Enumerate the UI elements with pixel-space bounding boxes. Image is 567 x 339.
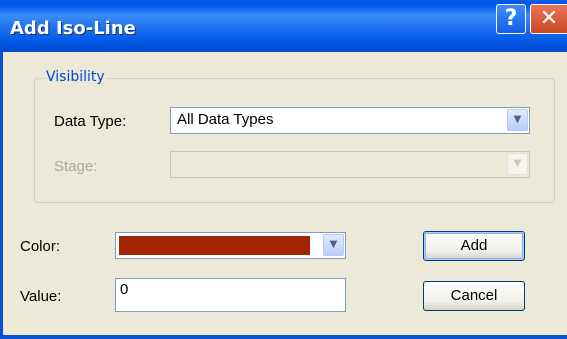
data-type-dropdown[interactable]: All Data Types ▼: [170, 107, 530, 134]
cancel-button[interactable]: Cancel: [423, 281, 525, 311]
stage-label: Stage:: [54, 158, 98, 175]
data-type-label: Data Type:: [54, 113, 127, 130]
chevron-down-icon[interactable]: ▼: [323, 234, 344, 256]
value-input[interactable]: 0: [115, 278, 346, 312]
visibility-legend: Visibility: [44, 69, 107, 85]
value-label: Value:: [20, 288, 62, 305]
add-button[interactable]: Add: [423, 231, 525, 261]
color-dropdown[interactable]: ▼: [115, 232, 346, 259]
data-type-value: All Data Types: [177, 111, 274, 128]
dialog-window: Add Iso-Line ? ✕ Visibility Data Type: A…: [0, 0, 567, 339]
stage-dropdown: ▼: [170, 151, 530, 178]
title-bar[interactable]: Add Iso-Line ? ✕: [0, 0, 567, 52]
help-button[interactable]: ?: [496, 4, 526, 34]
value-input-text: 0: [120, 281, 129, 298]
visibility-groupbox: Visibility: [34, 69, 555, 203]
chevron-down-icon[interactable]: ▼: [507, 109, 528, 131]
chevron-down-icon: ▼: [507, 153, 528, 175]
dialog-body: Visibility Data Type: All Data Types ▼ S…: [3, 52, 567, 335]
color-swatch: [119, 236, 310, 255]
close-button[interactable]: ✕: [530, 4, 567, 34]
window-title: Add Iso-Line: [10, 18, 136, 39]
color-label: Color:: [20, 238, 61, 255]
